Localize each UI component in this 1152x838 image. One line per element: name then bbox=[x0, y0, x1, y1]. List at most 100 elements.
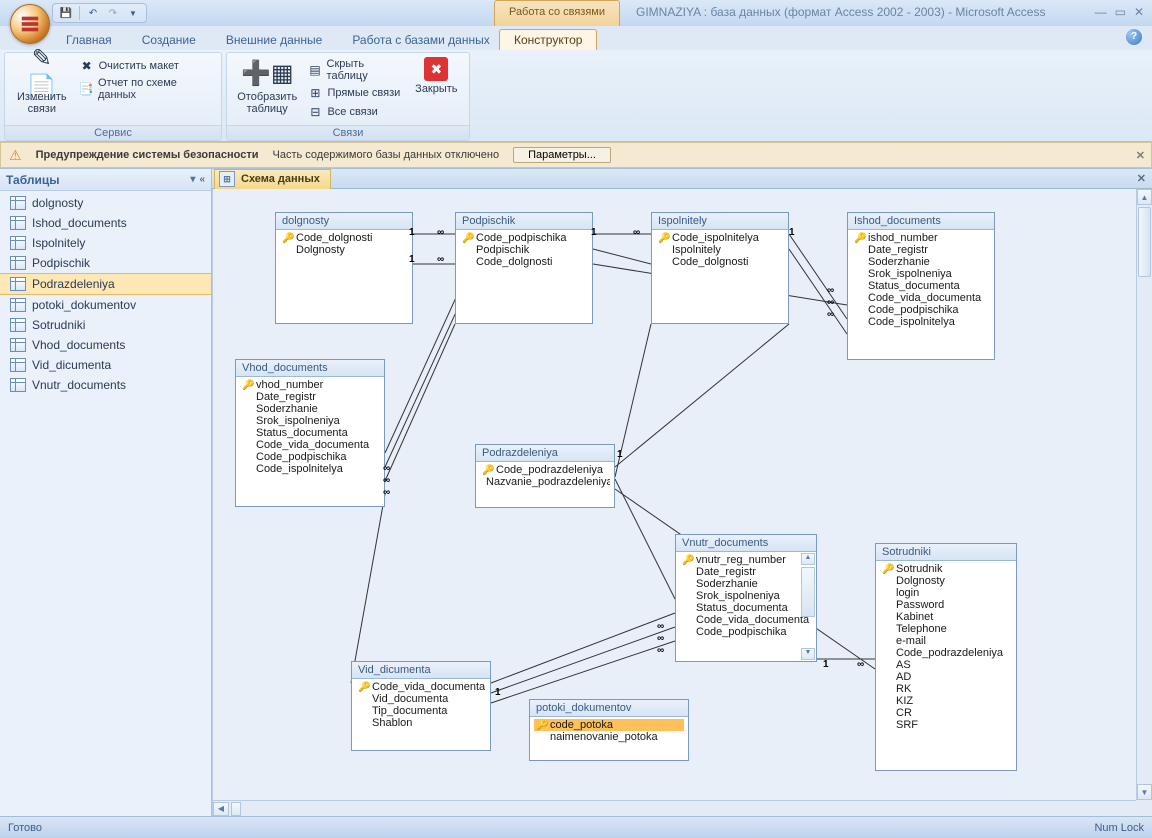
field-row[interactable]: Srok_ispolneniya bbox=[680, 590, 812, 602]
field-row[interactable]: 🔑ishod_number bbox=[852, 232, 990, 244]
tab-design[interactable]: Конструктор bbox=[499, 29, 597, 50]
clear-layout-button[interactable]: ✖Очистить макет bbox=[77, 57, 215, 75]
nav-item-vnutr_documents[interactable]: Vnutr_documents bbox=[0, 375, 211, 395]
field-row[interactable]: Password bbox=[880, 599, 1012, 611]
field-row[interactable]: RK bbox=[880, 683, 1012, 695]
scroll-left-icon[interactable]: ◀ bbox=[213, 802, 229, 816]
field-row[interactable]: Nazvanie_podrazdeleniya bbox=[480, 476, 610, 488]
table-dolgnosty[interactable]: dolgnosty 🔑Code_dolgnostiDolgnosty bbox=[275, 212, 413, 324]
table-podpischik[interactable]: Podpischik🔑Code_podpischikaPodpischikCod… bbox=[455, 212, 593, 324]
field-row[interactable]: Code_vida_documenta bbox=[852, 292, 990, 304]
field-scroll-up-icon[interactable]: ▲ bbox=[801, 553, 815, 565]
field-row[interactable]: Shablon bbox=[356, 717, 486, 729]
field-row[interactable]: CR bbox=[880, 707, 1012, 719]
close-button[interactable]: ✖ Закрыть bbox=[410, 55, 463, 97]
field-row[interactable]: SRF bbox=[880, 719, 1012, 731]
field-row[interactable]: AD bbox=[880, 671, 1012, 683]
field-row[interactable]: 🔑code_potoka bbox=[534, 719, 684, 731]
field-row[interactable]: Status_documenta bbox=[240, 427, 380, 439]
all-relations-button[interactable]: ⊟Все связи bbox=[305, 103, 405, 121]
field-row[interactable]: 🔑vnutr_reg_number bbox=[680, 554, 812, 566]
field-row[interactable]: Soderzhanie bbox=[852, 256, 990, 268]
field-row[interactable]: Date_registr bbox=[852, 244, 990, 256]
field-row[interactable]: Kabinet bbox=[880, 611, 1012, 623]
nav-item-podpischik[interactable]: Podpischik bbox=[0, 253, 211, 273]
nav-header[interactable]: Таблицы ▾ « bbox=[0, 169, 211, 191]
field-scroll-down-icon[interactable]: ▼ bbox=[801, 648, 815, 660]
field-row[interactable]: Podpischik bbox=[460, 244, 588, 256]
show-table-button[interactable]: ➕▦ Отобразить таблицу bbox=[233, 55, 301, 117]
nav-item-ispolnitely[interactable]: Ispolnitely bbox=[0, 233, 211, 253]
field-row[interactable]: Status_documenta bbox=[680, 602, 812, 614]
field-row[interactable]: Tip_documenta bbox=[356, 705, 486, 717]
security-close-icon[interactable]: ✕ bbox=[1136, 149, 1145, 162]
save-icon[interactable]: 💾 bbox=[57, 5, 75, 21]
field-row[interactable]: Code_ispolnitelya bbox=[852, 316, 990, 328]
nav-item-vid_dicumenta[interactable]: Vid_dicumenta bbox=[0, 355, 211, 375]
tab-create[interactable]: Создание bbox=[136, 30, 202, 50]
maximize-icon[interactable]: ▭ bbox=[1115, 5, 1126, 19]
field-row[interactable]: Date_registr bbox=[680, 566, 812, 578]
direct-relations-button[interactable]: ⊞Прямые связи bbox=[305, 84, 405, 102]
field-row[interactable]: AS bbox=[880, 659, 1012, 671]
field-row[interactable]: naimenovanie_potoka bbox=[534, 731, 684, 743]
field-row[interactable]: Soderzhanie bbox=[680, 578, 812, 590]
table-ishod[interactable]: Ishod_documents 🔑ishod_numberDate_registr… bbox=[847, 212, 995, 360]
close-icon[interactable]: ✕ bbox=[1134, 5, 1144, 19]
field-row[interactable]: Code_dolgnosti bbox=[656, 256, 784, 268]
field-row[interactable]: Ispolnitely bbox=[656, 244, 784, 256]
table-ispolnitely[interactable]: Ispolnitely🔑Code_ispolnitelyaIspolnitely… bbox=[651, 212, 789, 324]
field-row[interactable]: 🔑Code_ispolnitelya bbox=[656, 232, 784, 244]
field-row[interactable]: Code_podpischika bbox=[240, 451, 380, 463]
nav-item-dolgnosty[interactable]: dolgnosty bbox=[0, 193, 211, 213]
field-row[interactable]: Dolgnosty bbox=[280, 244, 408, 256]
table-podrazd[interactable]: Podrazdeleniya 🔑Code_podrazdeleniyaNazvan… bbox=[475, 444, 615, 508]
table-title[interactable]: Vhod_documents bbox=[236, 360, 384, 377]
table-title[interactable]: Vid_dicumenta bbox=[352, 662, 490, 679]
nav-collapse-icon[interactable]: « bbox=[199, 174, 205, 185]
field-row[interactable]: Code_ispolnitelya bbox=[240, 463, 380, 475]
field-row[interactable]: 🔑Code_podrazdeleniya bbox=[480, 464, 610, 476]
nav-item-podrazdeleniya[interactable]: Podrazdeleniya bbox=[0, 273, 211, 295]
table-title[interactable]: Ispolnitely bbox=[652, 213, 788, 230]
table-title[interactable]: dolgnosty bbox=[276, 213, 412, 230]
field-row[interactable]: Status_documenta bbox=[852, 280, 990, 292]
field-row[interactable]: KIZ bbox=[880, 695, 1012, 707]
field-row[interactable]: Code_podpischika bbox=[852, 304, 990, 316]
scroll-down-icon[interactable]: ▼ bbox=[1137, 784, 1152, 800]
scroll-up-icon[interactable]: ▲ bbox=[1137, 189, 1152, 205]
field-row[interactable]: Code_dolgnosti bbox=[460, 256, 588, 268]
minimize-icon[interactable]: — bbox=[1095, 5, 1107, 19]
field-row[interactable]: 🔑Sotrudnik bbox=[880, 563, 1012, 575]
field-row[interactable]: login bbox=[880, 587, 1012, 599]
field-row[interactable]: Date_registr bbox=[240, 391, 380, 403]
field-row[interactable]: Vid_documenta bbox=[356, 693, 486, 705]
tab-database-tools[interactable]: Работа с базами данных bbox=[346, 30, 495, 50]
field-row[interactable]: Soderzhanie bbox=[240, 403, 380, 415]
nav-header-dropdown-icon[interactable]: ▾ bbox=[190, 174, 195, 185]
table-potoki[interactable]: potoki_dokumentov 🔑code_potokanaimenovani… bbox=[529, 699, 689, 761]
field-row[interactable]: Srok_ispolneniya bbox=[240, 415, 380, 427]
nav-item-vhod_documents[interactable]: Vhod_documents bbox=[0, 335, 211, 355]
field-row[interactable]: Code_podrazdeleniya bbox=[880, 647, 1012, 659]
table-title[interactable]: Vnutr_documents bbox=[676, 535, 816, 552]
tab-external-data[interactable]: Внешние данные bbox=[220, 30, 329, 50]
nav-item-ishod_documents[interactable]: Ishod_documents bbox=[0, 213, 211, 233]
field-row[interactable]: Code_vida_documenta bbox=[680, 614, 812, 626]
table-title[interactable]: Podrazdeleniya bbox=[476, 445, 614, 462]
field-row[interactable]: Code_vida_documenta bbox=[240, 439, 380, 451]
scroll-thumb[interactable] bbox=[1138, 207, 1151, 277]
field-row[interactable]: 🔑Code_vida_documenta bbox=[356, 681, 486, 693]
hide-table-button[interactable]: ▤Скрыть таблицу bbox=[305, 57, 405, 83]
qat-dropdown-icon[interactable]: ▼ bbox=[124, 5, 142, 21]
document-tab[interactable]: ⊞ Схема данных bbox=[214, 169, 331, 189]
security-options-button[interactable]: Параметры... bbox=[513, 147, 611, 163]
field-row[interactable]: 🔑Code_podpischika bbox=[460, 232, 588, 244]
field-row[interactable]: 🔑vhod_number bbox=[240, 379, 380, 391]
field-row[interactable]: 🔑Code_dolgnosti bbox=[280, 232, 408, 244]
table-title[interactable]: Ishod_documents bbox=[848, 213, 994, 230]
tab-home[interactable]: Главная bbox=[60, 30, 118, 50]
relationship-report-button[interactable]: 📑Отчет по схеме данных bbox=[77, 76, 215, 102]
relationships-canvas[interactable]: ▲ ▼ ◀ dolgnosty 🔑Code_dolgnostiDolgnosty P… bbox=[212, 189, 1152, 816]
table-title[interactable]: potoki_dokumentov bbox=[530, 700, 688, 717]
